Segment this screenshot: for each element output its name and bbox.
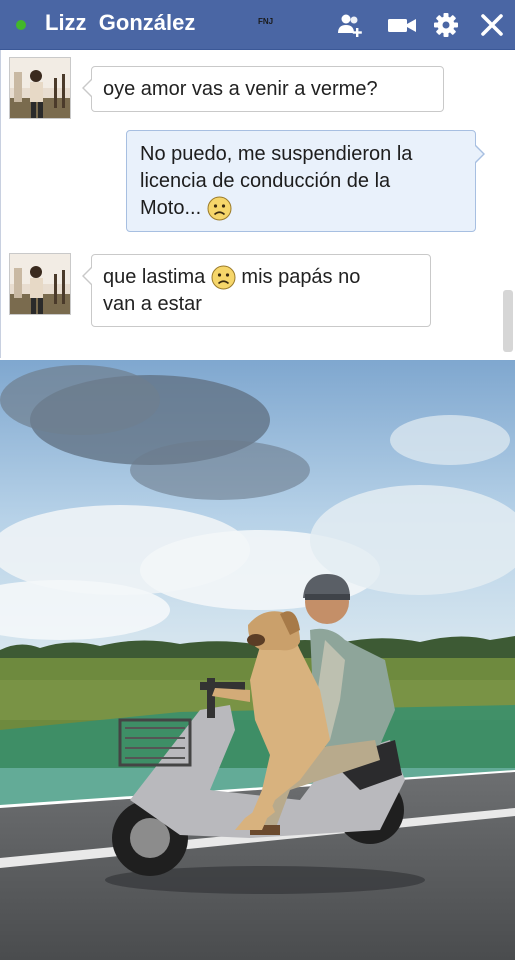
message-text: mis papás no	[241, 266, 361, 288]
message-text-line: licencia de conducción de la	[140, 170, 391, 192]
message-text: que lastima	[103, 266, 206, 288]
bubble-tail	[84, 80, 92, 96]
sad-emoji-icon	[211, 265, 236, 290]
bubble-tail	[475, 146, 483, 162]
bubble-tail	[84, 268, 92, 284]
contact-avatar[interactable]	[9, 57, 71, 119]
close-icon[interactable]	[478, 11, 506, 39]
video-call-icon[interactable]	[386, 11, 418, 39]
chat-header: Lizz González FNJ	[0, 0, 515, 50]
message-text-line: No puedo, me suspendieron la	[140, 143, 413, 165]
gear-icon[interactable]	[432, 11, 460, 39]
watermark-text: FNJ	[258, 17, 274, 26]
message-text-line: van a estar	[103, 293, 202, 315]
message-list[interactable]: oye amor vas a venir a verme? No puedo, …	[0, 50, 515, 358]
message-bubble-incoming: que lastima mis papás no van a estar	[91, 254, 431, 327]
sad-emoji-icon	[207, 196, 232, 221]
online-status-icon	[16, 20, 26, 30]
message-bubble-outgoing: No puedo, me suspendieron la licencia de…	[126, 130, 476, 232]
message-bubble-incoming: oye amor vas a venir a verme?	[91, 66, 444, 112]
message-text: oye amor vas a venir a verme?	[103, 78, 378, 100]
add-friend-icon[interactable]	[336, 11, 364, 39]
contact-name[interactable]: Lizz González	[45, 10, 195, 36]
photo-man-dog-scooter	[0, 360, 515, 960]
chat-scrollbar[interactable]	[503, 290, 513, 352]
message-text-line: Moto...	[140, 197, 202, 219]
contact-avatar[interactable]	[9, 253, 71, 315]
